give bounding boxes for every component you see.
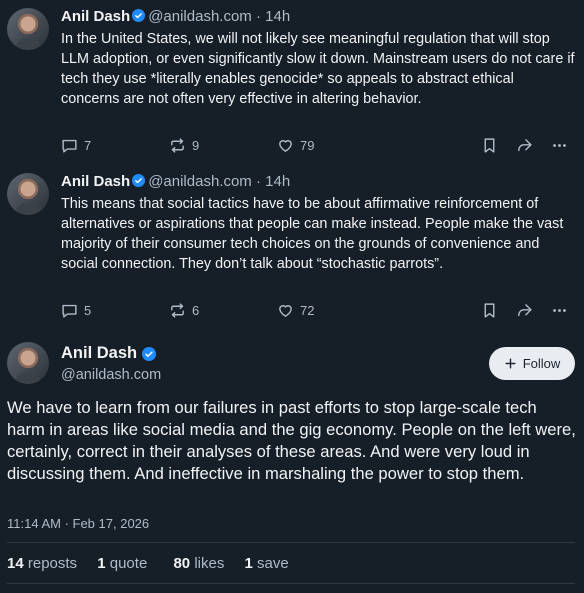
post-actions: 7 9 79 bbox=[61, 137, 576, 157]
like-button[interactable]: 72 bbox=[277, 302, 314, 319]
author-name[interactable]: Anil Dash bbox=[61, 8, 130, 25]
verified-check-icon bbox=[142, 346, 157, 361]
reply-count: 7 bbox=[84, 138, 92, 153]
quotes-stat[interactable]: 1 quote bbox=[97, 555, 147, 572]
bookmark-icon bbox=[484, 138, 495, 153]
repost-count: 9 bbox=[192, 138, 200, 153]
main-author-name-row: Anil Dash bbox=[61, 344, 161, 363]
more-options-button[interactable] bbox=[551, 302, 568, 319]
heart-icon bbox=[279, 140, 292, 152]
like-count: 72 bbox=[300, 303, 315, 318]
bookmark-button[interactable] bbox=[481, 302, 498, 319]
share-icon bbox=[518, 304, 532, 317]
like-count: 79 bbox=[300, 138, 315, 153]
repost-icon bbox=[171, 138, 184, 153]
meta-separator: · bbox=[251, 8, 266, 25]
post-actions: 5 6 72 bbox=[61, 302, 576, 322]
likes-stat[interactable]: 80 likes bbox=[173, 555, 224, 572]
avatar[interactable] bbox=[7, 173, 49, 215]
post-time[interactable]: 14h bbox=[265, 8, 290, 25]
divider bbox=[7, 583, 575, 584]
main-post-timestamp[interactable]: 11:14 AM · Feb 17, 2026 bbox=[7, 516, 149, 531]
follow-button[interactable]: Follow bbox=[489, 347, 575, 380]
more-icon bbox=[553, 309, 566, 312]
author-handle[interactable]: @anildash.com bbox=[148, 8, 252, 25]
reply-icon bbox=[62, 139, 77, 153]
share-button[interactable] bbox=[516, 137, 533, 154]
reply-button[interactable]: 7 bbox=[61, 137, 91, 154]
main-author-name[interactable]: Anil Dash bbox=[61, 344, 137, 363]
post-time[interactable]: 14h bbox=[265, 173, 290, 190]
heart-icon bbox=[279, 305, 292, 317]
meta-separator: · bbox=[251, 173, 266, 190]
main-author-handle[interactable]: @anildash.com bbox=[61, 367, 161, 383]
author-handle[interactable]: @anildash.com bbox=[148, 173, 252, 190]
share-icon bbox=[518, 139, 532, 152]
verified-check-icon bbox=[132, 9, 146, 22]
post-header: Anil Dash @anildash.com · 14h bbox=[61, 8, 290, 25]
repost-count: 6 bbox=[192, 303, 200, 318]
reply-count: 5 bbox=[84, 303, 92, 318]
more-options-button[interactable] bbox=[551, 137, 568, 154]
main-post-header: Anil Dash @anildash.com bbox=[61, 344, 161, 383]
reposts-stat[interactable]: 14 reposts bbox=[7, 555, 77, 572]
main-post-avatar[interactable] bbox=[7, 342, 49, 384]
engagement-stats: 14 reposts 1 quote 80 likes 1 save bbox=[7, 555, 289, 572]
plus-icon bbox=[505, 358, 516, 369]
follow-label: Follow bbox=[522, 356, 561, 371]
main-post-text: We have to learn from our failures in pa… bbox=[7, 398, 576, 483]
more-icon bbox=[553, 144, 566, 147]
author-name[interactable]: Anil Dash bbox=[61, 173, 130, 190]
reply-button[interactable]: 5 bbox=[61, 302, 91, 319]
bookmark-icon bbox=[484, 303, 495, 318]
saves-stat[interactable]: 1 save bbox=[245, 555, 289, 572]
like-button[interactable]: 79 bbox=[277, 137, 314, 154]
bookmark-button[interactable] bbox=[481, 137, 498, 154]
repost-button[interactable]: 6 bbox=[169, 302, 199, 319]
repost-icon bbox=[171, 303, 184, 318]
post-text: In the United States, we will not likely… bbox=[61, 31, 575, 107]
avatar[interactable] bbox=[7, 8, 49, 50]
share-button[interactable] bbox=[516, 302, 533, 319]
post-text: This means that social tactics have to b… bbox=[61, 196, 564, 272]
post-header: Anil Dash @anildash.com · 14h bbox=[61, 173, 290, 190]
verified-check-icon bbox=[132, 174, 146, 187]
reply-icon bbox=[62, 304, 77, 318]
divider bbox=[7, 542, 575, 543]
repost-button[interactable]: 9 bbox=[169, 137, 199, 154]
